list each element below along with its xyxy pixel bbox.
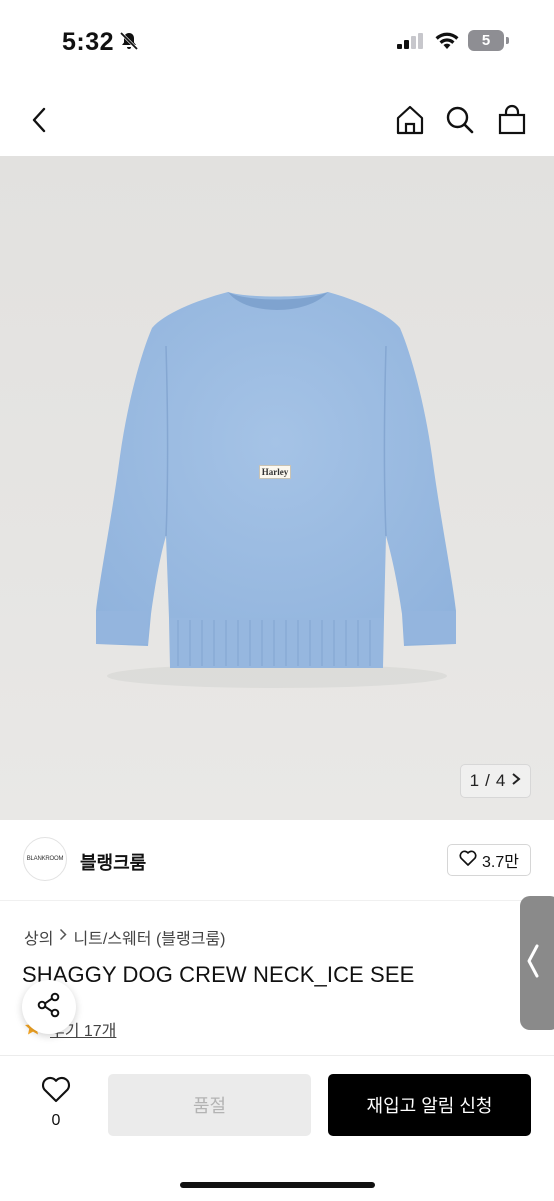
cellular-signal-icon <box>397 33 425 54</box>
breadcrumb-subcategory[interactable]: 니트/스웨터 (블랭크룸) <box>73 925 225 949</box>
wishlist-button[interactable]: 0 <box>36 1076 76 1130</box>
brand-label-tag: Harley <box>259 465 291 479</box>
shop-name[interactable]: 블랭크룸 <box>80 849 146 875</box>
category-breadcrumb: 상의 니트/스웨터 (블랭크룸) <box>24 925 225 949</box>
status-time: 5:32 <box>62 28 115 56</box>
restock-notify-button[interactable]: 재입고 알림 신청 <box>328 1074 531 1136</box>
soldout-button: 품절 <box>108 1074 311 1136</box>
image-counter-separator: / <box>485 771 490 790</box>
shop-like-count: 3.7만 <box>482 854 519 871</box>
home-indicator <box>180 1182 375 1188</box>
home-icon[interactable] <box>390 100 430 140</box>
back-icon[interactable] <box>20 100 60 140</box>
image-counter[interactable]: 1 / 4 <box>460 764 531 798</box>
shopping-bag-icon[interactable] <box>492 100 532 140</box>
purchase-bar: 0 품절 재입고 알림 신청 <box>0 1055 554 1201</box>
chevron-left-icon <box>526 943 540 984</box>
chevron-right-icon <box>511 771 521 791</box>
heart-icon <box>41 1076 71 1107</box>
status-bar: 5:32 5 <box>0 0 554 84</box>
battery-level: 5 <box>468 30 504 51</box>
wifi-icon <box>434 31 460 56</box>
chevron-right-icon <box>59 928 68 946</box>
heart-icon <box>459 850 477 871</box>
battery-tip <box>506 37 509 44</box>
product-image-carousel[interactable]: Harley 1 / 4 <box>0 156 554 820</box>
shop-like-button[interactable]: 3.7만 <box>447 844 531 876</box>
breadcrumb-category[interactable]: 상의 <box>24 925 53 949</box>
share-icon <box>35 991 63 1024</box>
shop-info-row: BLANKROOM 블랭크룸 3.7만 <box>0 820 554 901</box>
top-navigation <box>0 84 554 156</box>
side-panel-handle[interactable] <box>520 896 554 1030</box>
search-icon[interactable] <box>440 100 480 140</box>
sweater-image <box>96 292 456 688</box>
wishlist-count: 0 <box>51 1112 61 1129</box>
image-counter-current: 1 <box>469 771 480 790</box>
product-title: SHAGGY DOG CREW NECK_ICE SEE <box>22 962 415 987</box>
image-counter-total: 4 <box>495 771 506 790</box>
shop-avatar-text: BLANKROOM <box>26 856 64 862</box>
shop-avatar[interactable]: BLANKROOM <box>23 837 67 881</box>
share-button[interactable] <box>22 980 76 1034</box>
bell-muted-icon <box>118 30 140 57</box>
